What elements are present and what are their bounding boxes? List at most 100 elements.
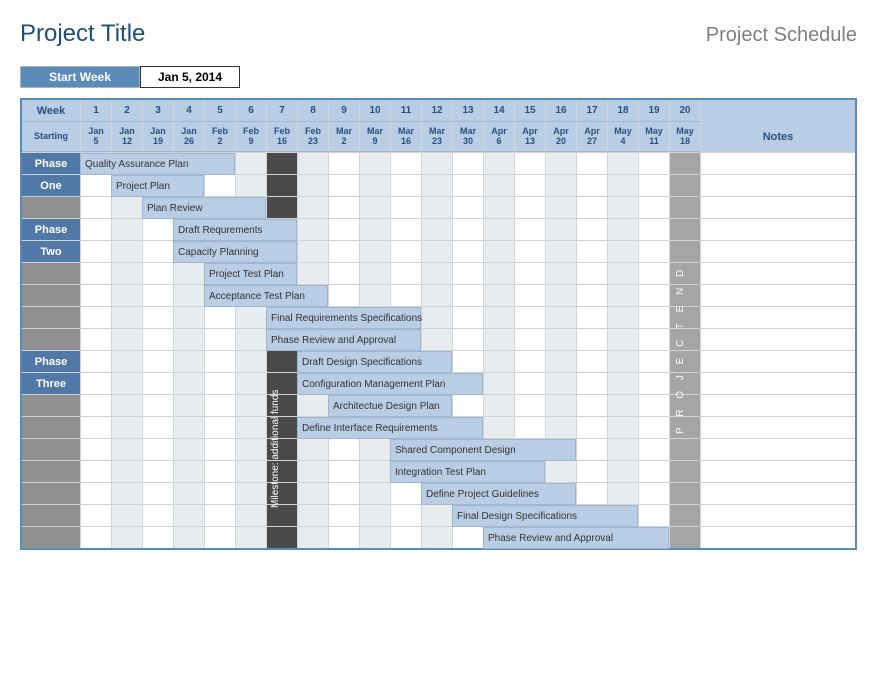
week-cell xyxy=(390,263,421,284)
week-date: Mar23 xyxy=(421,122,452,152)
notes-cell[interactable] xyxy=(700,373,855,394)
week-date: May4 xyxy=(607,122,638,152)
week-number: 13 xyxy=(452,100,483,122)
week-cell xyxy=(514,175,545,196)
notes-cell[interactable] xyxy=(700,241,855,262)
week-cell xyxy=(514,263,545,284)
week-cell xyxy=(142,285,173,306)
task-bar[interactable] xyxy=(204,285,328,307)
task-bar[interactable] xyxy=(483,527,669,549)
week-cell xyxy=(669,461,700,482)
phase-label xyxy=(22,461,80,482)
gantt-row: Plan Review xyxy=(22,196,855,218)
week-cell xyxy=(421,175,452,196)
week-cell xyxy=(452,307,483,328)
week-date: Jan19 xyxy=(142,122,173,152)
start-week-value[interactable]: Jan 5, 2014 xyxy=(140,66,240,88)
task-bar[interactable] xyxy=(173,219,297,241)
notes-cell[interactable] xyxy=(700,439,855,460)
week-cell xyxy=(452,285,483,306)
task-bar[interactable] xyxy=(80,153,235,175)
week-cell xyxy=(173,373,204,394)
week-cell xyxy=(452,153,483,174)
notes-cell[interactable] xyxy=(700,351,855,372)
task-bar[interactable] xyxy=(390,439,576,461)
week-cell xyxy=(297,153,328,174)
notes-cell[interactable] xyxy=(700,527,855,548)
week-cell xyxy=(638,263,669,284)
notes-cell[interactable] xyxy=(700,461,855,482)
task-bar[interactable] xyxy=(297,417,483,439)
week-cell xyxy=(173,461,204,482)
week-cell xyxy=(607,197,638,218)
notes-cell[interactable] xyxy=(700,329,855,350)
notes-cell[interactable] xyxy=(700,285,855,306)
week-cell xyxy=(669,373,700,394)
week-cell xyxy=(111,263,142,284)
notes-cell[interactable] xyxy=(700,153,855,174)
week-cell xyxy=(669,219,700,240)
week-cell xyxy=(669,329,700,350)
week-cell xyxy=(483,219,514,240)
week-cell xyxy=(390,219,421,240)
week-cell xyxy=(390,153,421,174)
task-bar[interactable] xyxy=(452,505,638,527)
week-cell xyxy=(483,175,514,196)
task-bar[interactable] xyxy=(390,461,545,483)
notes-cell[interactable] xyxy=(700,417,855,438)
task-bar[interactable] xyxy=(111,175,204,197)
phase-label xyxy=(22,483,80,504)
week-cell xyxy=(545,417,576,438)
task-bar[interactable] xyxy=(297,373,483,395)
week-date: May11 xyxy=(638,122,669,152)
week-cell xyxy=(421,505,452,526)
week-cell xyxy=(576,351,607,372)
gantt-row: Shared Component Design xyxy=(22,438,855,460)
week-cell xyxy=(514,219,545,240)
notes-cell[interactable] xyxy=(700,483,855,504)
week-cell xyxy=(235,527,266,548)
week-cell xyxy=(514,417,545,438)
week-cell xyxy=(514,395,545,416)
week-cell xyxy=(80,285,111,306)
week-cell xyxy=(638,505,669,526)
start-week-control: Start Week Jan 5, 2014 xyxy=(20,66,857,88)
week-cell xyxy=(235,351,266,372)
phase-label: One xyxy=(22,175,80,196)
gantt-chart: Week1234567891011121314151617181920 Star… xyxy=(20,98,857,550)
notes-cell[interactable] xyxy=(700,263,855,284)
notes-cell[interactable] xyxy=(700,505,855,526)
week-cell xyxy=(111,241,142,262)
phase-label xyxy=(22,329,80,350)
task-bar[interactable] xyxy=(297,351,452,373)
week-cell xyxy=(235,153,266,174)
week-cell xyxy=(80,329,111,350)
phase-label xyxy=(22,395,80,416)
task-bar[interactable] xyxy=(142,197,266,219)
week-cell xyxy=(638,285,669,306)
task-bar[interactable] xyxy=(173,241,297,263)
task-bar[interactable] xyxy=(266,307,421,329)
week-cell xyxy=(204,527,235,548)
task-bar[interactable] xyxy=(204,263,297,285)
week-cell xyxy=(545,153,576,174)
week-cell xyxy=(235,483,266,504)
start-week-label: Start Week xyxy=(20,66,140,88)
notes-cell[interactable] xyxy=(700,219,855,240)
task-bar[interactable] xyxy=(421,483,576,505)
notes-cell[interactable] xyxy=(700,395,855,416)
week-cell xyxy=(142,505,173,526)
week-cell xyxy=(80,527,111,548)
gantt-row: PhaseQuality Assurance Plan xyxy=(22,152,855,174)
week-cell xyxy=(359,197,390,218)
notes-cell[interactable] xyxy=(700,175,855,196)
week-cell xyxy=(328,505,359,526)
week-cell xyxy=(483,241,514,262)
week-date: Mar16 xyxy=(390,122,421,152)
task-bar[interactable] xyxy=(266,329,421,351)
notes-cell[interactable] xyxy=(700,197,855,218)
week-number: 6 xyxy=(235,100,266,122)
notes-cell[interactable] xyxy=(700,307,855,328)
task-bar[interactable] xyxy=(328,395,452,417)
week-cell xyxy=(142,219,173,240)
